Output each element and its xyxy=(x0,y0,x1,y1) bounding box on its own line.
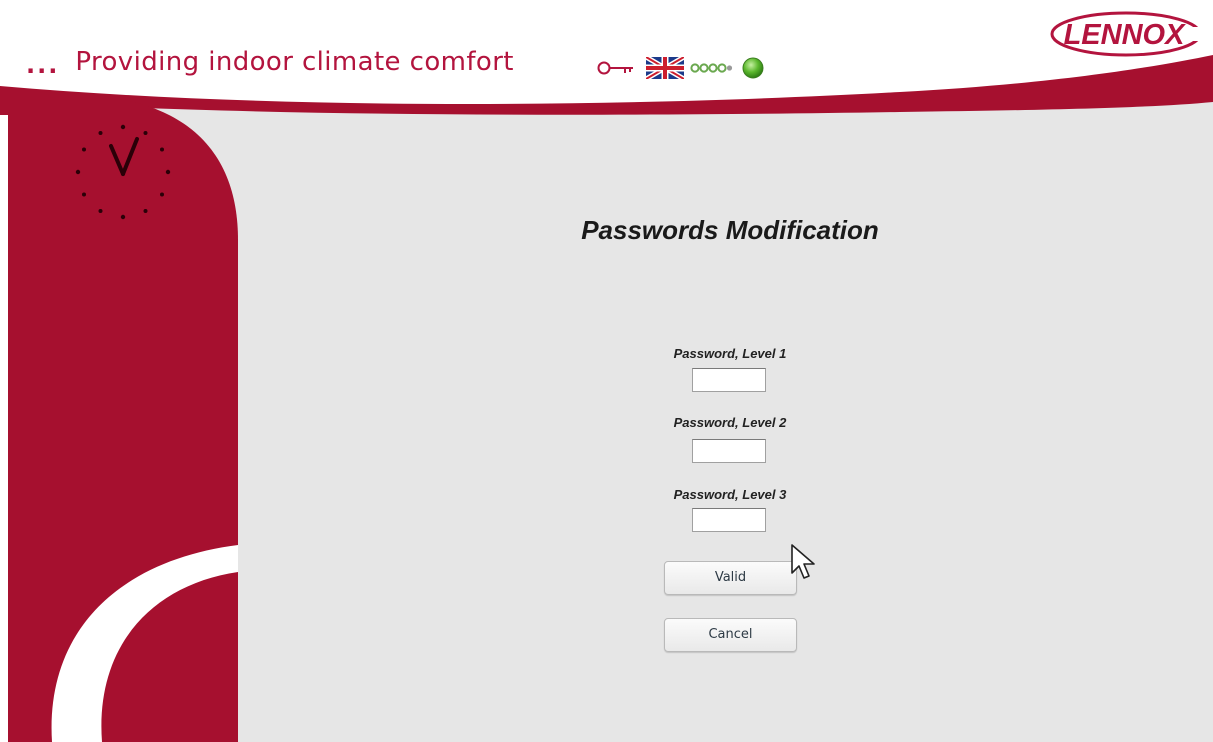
uk-flag-icon[interactable] xyxy=(646,57,684,79)
page-title: Passwords Modification xyxy=(581,215,879,245)
status-bar xyxy=(596,57,765,79)
brand-text: LENNOX xyxy=(1064,19,1187,51)
password-level-2-label: Password, Level 2 xyxy=(673,415,787,430)
app-screen: ... Providing indoor climate comfort LEN… xyxy=(0,0,1213,742)
status-led-icon xyxy=(742,57,764,79)
password-level-3-input[interactable] xyxy=(692,508,766,532)
tagline-dots: ... xyxy=(26,51,60,79)
password-level-3-label: Password, Level 3 xyxy=(673,487,787,502)
password-level-2-input[interactable] xyxy=(692,439,766,463)
background xyxy=(0,55,1213,742)
level-dots-icon xyxy=(690,63,733,73)
password-level-1-label: Password, Level 1 xyxy=(673,346,787,361)
sidebar-swoosh xyxy=(8,101,238,742)
password-level-1-input[interactable] xyxy=(692,368,766,392)
cancel-button[interactable]: Cancel xyxy=(664,618,797,652)
tagline-text: Providing indoor climate comfort xyxy=(75,47,514,77)
valid-button[interactable]: Valid xyxy=(664,561,797,595)
header-tagline: ... Providing indoor climate comfort xyxy=(26,44,514,80)
mouse-cursor-icon xyxy=(791,544,815,579)
lennox-logo: LENNOX xyxy=(1050,11,1205,57)
key-icon[interactable] xyxy=(596,60,636,76)
